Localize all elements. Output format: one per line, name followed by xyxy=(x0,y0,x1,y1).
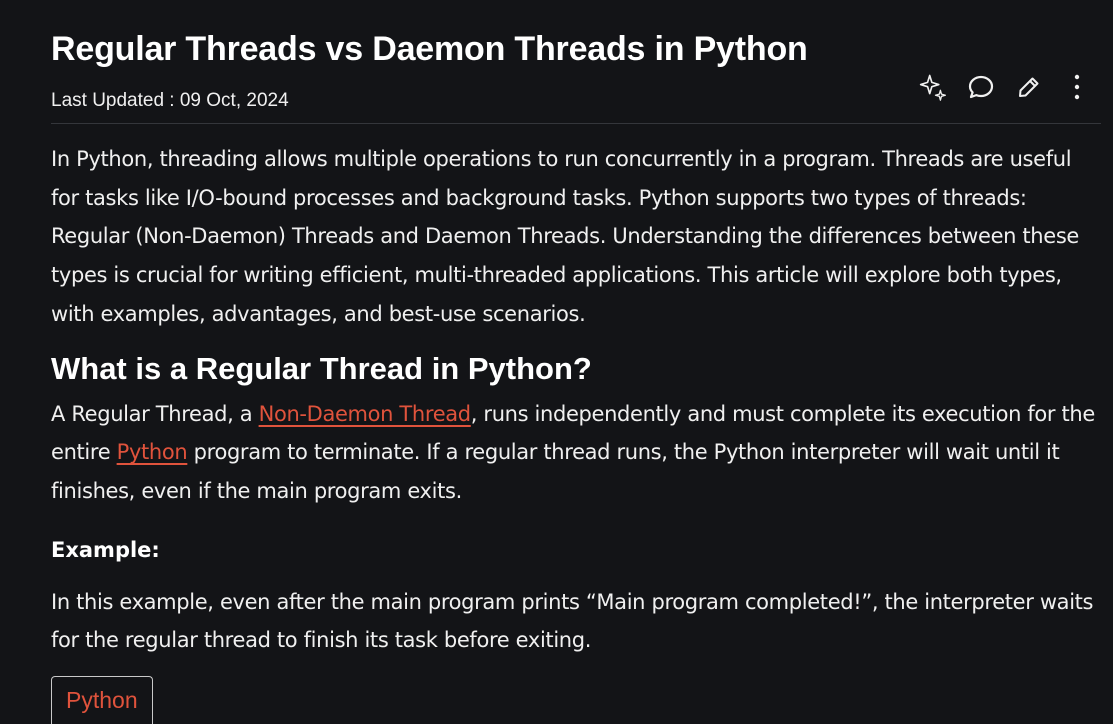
python-link[interactable]: Python xyxy=(117,440,188,464)
regular-thread-paragraph: A Regular Thread, a Non-Daemon Thread, r… xyxy=(51,395,1103,511)
article-toolbar xyxy=(919,70,1091,104)
non-daemon-thread-link[interactable]: Non-Daemon Thread xyxy=(259,402,472,426)
article-title: Regular Threads vs Daemon Threads in Pyt… xyxy=(51,30,808,68)
last-updated-date: Last Updated : 09 Oct, 2024 xyxy=(51,90,289,111)
paragraph-text: A Regular Thread, a xyxy=(51,401,259,426)
section-heading: What is a Regular Thread in Python? xyxy=(51,350,592,386)
article-body: In Python, threading allows multiple ope… xyxy=(51,140,1103,724)
ai-sparkle-icon xyxy=(919,74,947,101)
paragraph-text: program to terminate. If a regular threa… xyxy=(51,440,1060,503)
example-label: Example: xyxy=(51,537,160,562)
code-language-tab[interactable]: Python xyxy=(51,676,153,724)
example-paragraph: In this example, even after the main pro… xyxy=(51,589,1094,653)
more-options-button[interactable] xyxy=(1063,70,1091,104)
edit-button[interactable] xyxy=(1015,70,1043,104)
ai-sparkle-button[interactable] xyxy=(919,70,947,104)
edit-pencil-icon xyxy=(1019,77,1039,97)
header-divider xyxy=(51,123,1101,124)
comment-button[interactable] xyxy=(967,70,995,104)
intro-paragraph: In Python, threading allows multiple ope… xyxy=(51,147,1079,326)
comment-icon xyxy=(968,75,994,99)
more-vertical-icon xyxy=(1074,74,1080,100)
